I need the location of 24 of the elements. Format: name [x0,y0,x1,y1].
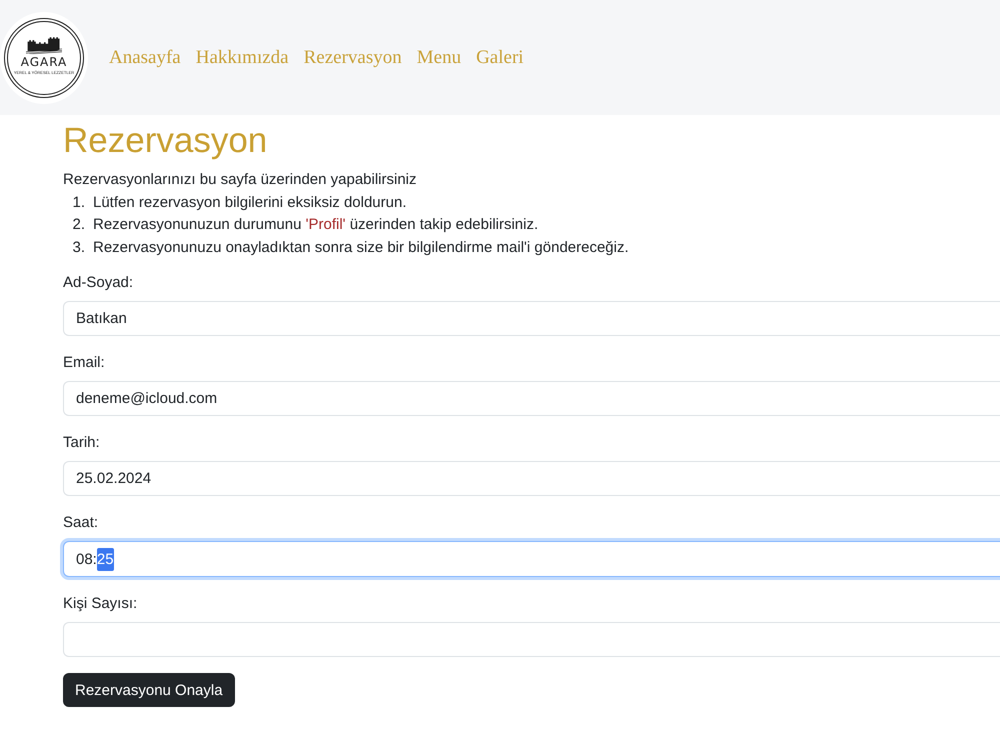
field-label: Saat: [63,513,98,533]
step-number: 2. [71,215,85,235]
field-label: Ad-Soyad: [63,273,134,293]
field-label: Email: [63,353,105,373]
field-label: Tarih: [63,433,100,453]
input-field[interactable] [63,622,1000,657]
step-number: 3. [71,238,85,258]
input-field[interactable]: 25.02.2024 [63,461,1000,496]
step-text: Rezervasyonunuzu onayladıktan sonra size bir bilgilendirme mail'i göndereceğiz. [93,238,629,258]
time-segment[interactable]: 08: [76,548,97,570]
time-segment[interactable]: 25 [96,548,114,570]
step-text: Lütfen rezervasyon bilgilerini eksiksiz doldurun. [93,192,406,212]
profile-link[interactable]: 'Profil' [306,216,346,233]
step-text: Rezervasyonunuzun durumunu 'Profil' üzerinden takip edebilirsiniz. [93,215,538,235]
submit-button[interactable]: Rezervasyonu Onayla [63,673,235,707]
page-title: Rezervasyon [63,120,268,162]
input-field[interactable]: Batıkan [63,301,1000,336]
intro-text: Rezervasyonlarınızı bu sayfa üzerinden yapabilirsiniz [63,170,418,190]
field-label: Kişi Sayısı: [63,594,138,614]
castle-drawing [26,34,62,54]
step-number: 1. [71,192,85,212]
input-field[interactable]: deneme@icloud.com [63,381,1000,416]
logo-wordmark: AGARA [20,56,68,68]
time-field[interactable]: 08:25 [63,541,1000,577]
